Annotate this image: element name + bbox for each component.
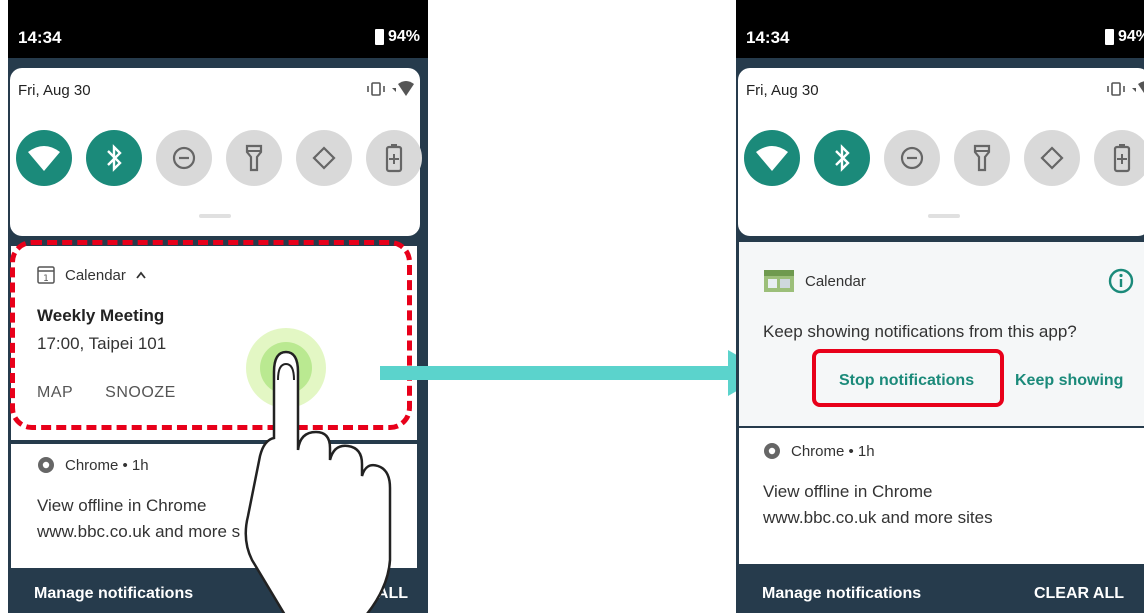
notification-detail: www.bbc.co.uk and more sites — [763, 508, 993, 527]
notification-title: View offline in Chrome — [763, 482, 933, 501]
qs-drag-handle[interactable] — [928, 214, 960, 218]
wifi-tile[interactable] — [16, 130, 72, 186]
auto-rotate-icon — [312, 146, 336, 170]
tap-hand-icon — [244, 328, 392, 613]
chrome-icon — [764, 443, 780, 459]
wifi-icon — [756, 146, 788, 171]
notification-app-name: Calendar — [805, 272, 866, 290]
auto-rotate-tile[interactable] — [296, 130, 352, 186]
flashlight-tile[interactable] — [954, 130, 1010, 186]
qs-date: Fri, Aug 30 — [18, 82, 91, 99]
clear-all-button[interactable]: CLEAR ALL — [1034, 585, 1124, 603]
status-bar: 14:34 94% — [736, 0, 1144, 58]
signal-icon — [1132, 81, 1144, 93]
quick-settings-panel: Fri, Aug 30 — [738, 68, 1144, 236]
flashlight-icon — [245, 144, 263, 172]
battery-level: 94% — [387, 28, 420, 45]
bluetooth-icon — [835, 144, 850, 172]
notification-detail: www.bbc.co.uk and more s — [37, 522, 241, 541]
wifi-tile[interactable] — [744, 130, 800, 186]
flashlight-tile[interactable] — [226, 130, 282, 186]
status-time: 14:34 — [746, 28, 790, 47]
manage-notifications-button[interactable]: Manage notifications — [34, 585, 193, 603]
keep-showing-button[interactable]: Keep showing — [1015, 372, 1123, 390]
bluetooth-icon — [107, 144, 122, 172]
info-icon[interactable] — [1108, 268, 1134, 294]
battery-saver-icon — [385, 144, 403, 173]
flashlight-icon — [973, 144, 991, 172]
dnd-tile[interactable] — [884, 130, 940, 186]
qs-drag-handle[interactable] — [199, 214, 231, 218]
qs-date: Fri, Aug 30 — [746, 82, 819, 99]
battery-level: 94% — [1117, 28, 1144, 45]
transition-arrow-line — [380, 366, 730, 380]
prompt-question: Keep showing notifications from this app… — [763, 322, 1077, 341]
vibrate-icon — [1107, 82, 1125, 96]
notification-footer: Manage notifications CLEAR ALL — [736, 573, 1144, 613]
dnd-icon — [172, 146, 196, 170]
battery-saver-tile[interactable] — [1094, 130, 1144, 186]
signal-icon — [392, 81, 414, 96]
notification-app-name: Chrome • 1h — [791, 442, 875, 460]
vibrate-icon — [367, 82, 385, 96]
phone-left: 14:34 94% Fri, Aug 30 1 Calendar Weekly … — [8, 0, 428, 613]
battery-saver-icon — [1113, 144, 1131, 173]
auto-rotate-tile[interactable] — [1024, 130, 1080, 186]
status-time: 14:34 — [18, 28, 62, 47]
bluetooth-tile[interactable] — [814, 130, 870, 186]
status-bar: 14:34 94% — [8, 0, 428, 58]
phone-right: 14:34 94% Fri, Aug 30 Calendar Keep show… — [736, 0, 1144, 613]
auto-rotate-icon — [1040, 146, 1064, 170]
dnd-icon — [900, 146, 924, 170]
calendar-icon — [764, 270, 794, 292]
battery-icon — [1104, 29, 1114, 45]
chrome-icon — [38, 457, 54, 473]
manage-notifications-button[interactable]: Manage notifications — [762, 585, 921, 603]
battery-icon — [374, 29, 384, 45]
notification-app-name: Chrome • 1h — [65, 456, 149, 474]
notification-title: View offline in Chrome — [37, 496, 207, 515]
chrome-notification[interactable]: Chrome • 1h View offline in Chrome www.b… — [739, 428, 1144, 564]
wifi-icon — [28, 146, 60, 171]
bluetooth-tile[interactable] — [86, 130, 142, 186]
quick-settings-panel: Fri, Aug 30 — [10, 68, 422, 236]
stop-notifications-highlight — [812, 349, 1004, 407]
dnd-tile[interactable] — [156, 130, 212, 186]
battery-saver-tile[interactable] — [366, 130, 422, 186]
